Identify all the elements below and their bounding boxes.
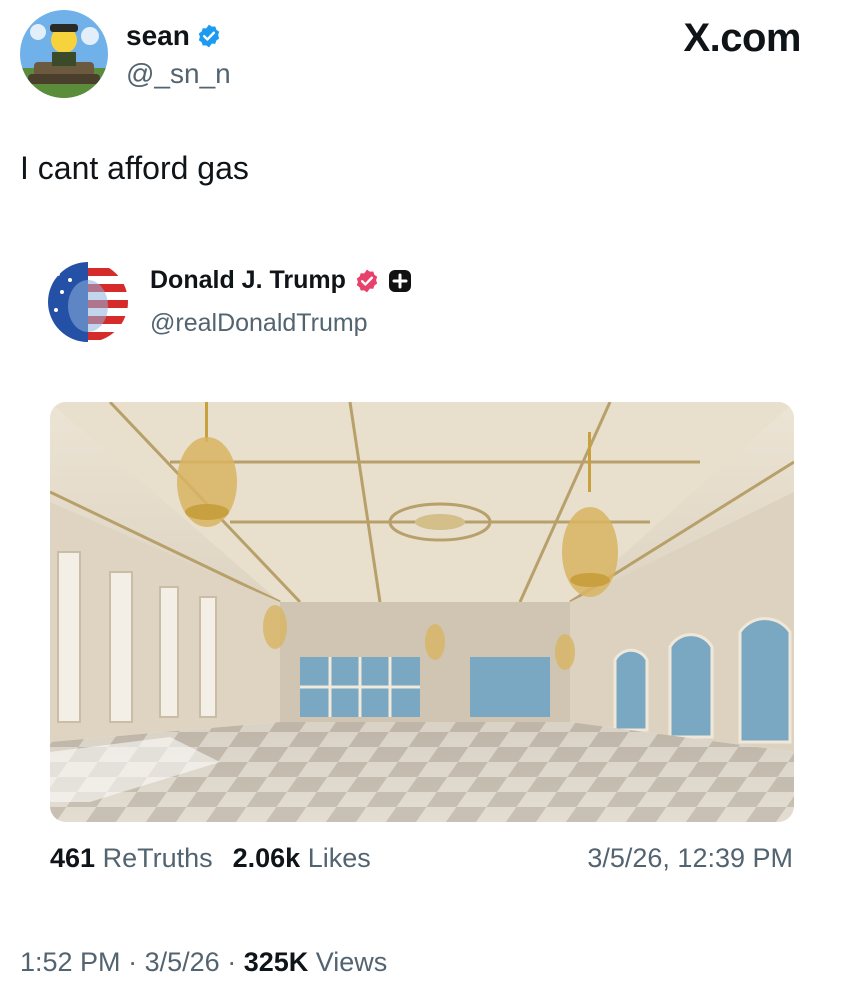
quoted-author-handle[interactable]: @realDonaldTrump [150, 309, 368, 338]
site-label: X.com [683, 16, 801, 60]
author-avatar[interactable] [20, 10, 108, 98]
meta-separator: · [128, 947, 138, 977]
post-time[interactable]: 1:52 PM [20, 947, 121, 977]
meta-separator: · [227, 947, 237, 977]
views-count: 325K [243, 947, 309, 977]
verified-badge-icon [198, 24, 220, 48]
retruths-stat[interactable]: 461 ReTruths [50, 843, 213, 874]
quoted-avatar-image [48, 262, 128, 342]
likes-count: 2.06k [232, 843, 301, 873]
quoted-stats: 461 ReTruths 2.06k Likes [50, 843, 371, 874]
quoted-author-avatar[interactable] [48, 262, 128, 342]
quoted-timestamp[interactable]: 3/5/26, 12:39 PM [587, 843, 793, 874]
likes-stat[interactable]: 2.06k Likes [233, 843, 371, 874]
verified-badge-icon [356, 269, 378, 292]
quoted-author-name-row: Donald J. Trump [150, 266, 412, 295]
quoted-author-name[interactable]: Donald J. Trump [150, 266, 346, 295]
truth-plus-icon [388, 269, 411, 292]
likes-label: Likes [307, 843, 371, 873]
post-date[interactable]: 3/5/26 [145, 947, 220, 977]
author-handle[interactable]: @_sn_n [126, 58, 231, 90]
views-label: Views [315, 947, 388, 977]
post-text: I cant afford gas [20, 150, 249, 186]
retruths-count: 461 [50, 843, 96, 873]
retruths-label: ReTruths [102, 843, 213, 873]
author-name-row: sean [126, 20, 222, 52]
quoted-post-image[interactable] [50, 402, 794, 822]
post-meta: 1:52 PM · 3/5/26 · 325K Views [20, 947, 387, 978]
avatar-image [20, 10, 108, 98]
ballroom-picture [50, 402, 794, 822]
author-name[interactable]: sean [126, 20, 190, 52]
